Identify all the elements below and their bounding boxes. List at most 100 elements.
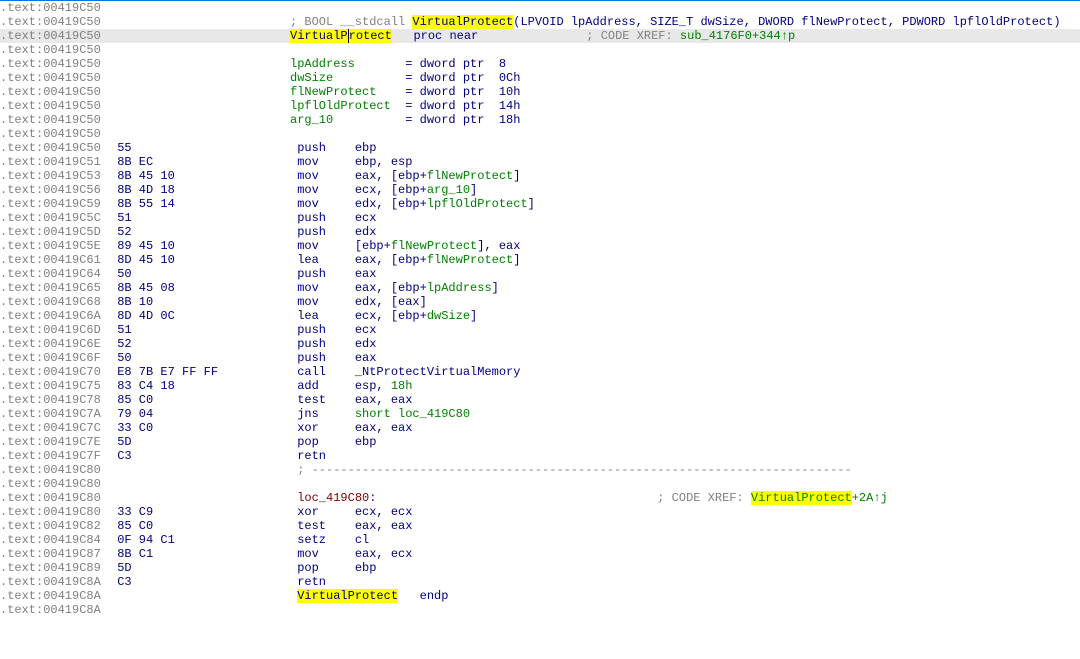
asm-row[interactable]: .text:00419C50lpflOldProtect = dword ptr… <box>0 99 1080 113</box>
asm-row[interactable]: .text:00419C80 33 C9xor ecx, ecx <box>0 505 1080 519</box>
asm-row[interactable]: .text:00419C61 8D 45 10lea eax, [ebp+flN… <box>0 253 1080 267</box>
op-arg: flNewProtect <box>391 239 477 253</box>
opcode-bytes <box>110 85 290 99</box>
opcode-bytes: 83 C4 18 <box>117 379 297 393</box>
asm-row[interactable]: .text:00419C5E 89 45 10mov [ebp+flNewPro… <box>0 239 1080 253</box>
operands: eax, ecx <box>355 547 413 561</box>
op-pre: edx, [ebp+ <box>355 197 427 211</box>
mnemonic: pop <box>297 435 355 449</box>
asm-row[interactable]: .text:00419C80 <box>0 477 1080 491</box>
asm-row[interactable]: .text:00419C7C 33 C0xor eax, eax <box>0 421 1080 435</box>
mnemonic: mov <box>297 183 355 197</box>
opcode-bytes <box>110 71 290 85</box>
opcode-bytes <box>110 15 290 29</box>
mnemonic: mov <box>297 547 355 561</box>
asm-row[interactable]: .text:00419C6D 51push ecx <box>0 323 1080 337</box>
opcode-bytes <box>110 43 290 57</box>
op-pre: eax, [ebp+ <box>355 281 427 295</box>
asm-row[interactable]: .text:00419C68 8B 10mov edx, [eax] <box>0 295 1080 309</box>
segment-address: .text:00419C80 <box>0 491 110 505</box>
asm-row[interactable]: .text:00419C84 0F 94 C1setz cl <box>0 533 1080 547</box>
asm-row[interactable]: .text:00419C7E 5Dpop ebp <box>0 435 1080 449</box>
asm-row[interactable]: .text:00419C51 8B ECmov ebp, esp <box>0 155 1080 169</box>
mnemonic: lea <box>297 309 355 323</box>
asm-row[interactable]: .text:00419C70 E8 7B E7 FF FFcall _NtPro… <box>0 365 1080 379</box>
segment-address: .text:00419C5E <box>0 239 110 253</box>
xref-target: VirtualProtect <box>751 491 852 505</box>
mnemonic: retn <box>297 449 355 463</box>
asm-row[interactable]: .text:00419C87 8B C1mov eax, ecx <box>0 547 1080 561</box>
asm-row[interactable]: .text:00419C50arg_10 = dword ptr 18h <box>0 113 1080 127</box>
asm-row[interactable]: .text:00419C64 50push eax <box>0 267 1080 281</box>
opcode-bytes <box>117 463 297 477</box>
opcode-bytes <box>110 113 290 127</box>
opcode-bytes: 8B 45 08 <box>117 281 297 295</box>
opcode-bytes: 8B 55 14 <box>117 197 297 211</box>
segment-address: .text:00419C7E <box>0 435 110 449</box>
asm-row[interactable]: .text:00419C50 <box>0 127 1080 141</box>
opcode-bytes: 85 C0 <box>117 519 297 533</box>
asm-row[interactable]: .text:00419C75 83 C4 18add esp, 18h <box>0 379 1080 393</box>
op-post: ] <box>528 197 535 211</box>
asm-row[interactable]: .text:00419C50 <box>0 43 1080 57</box>
asm-row[interactable]: .text:00419C8A C3retn <box>0 575 1080 589</box>
asm-row[interactable]: .text:00419C78 85 C0test eax, eax <box>0 393 1080 407</box>
mnemonic: push <box>297 267 355 281</box>
segment-address: .text:00419C50 <box>0 29 110 43</box>
kw-proc: proc <box>413 29 449 43</box>
segment-address: .text:00419C53 <box>0 169 110 183</box>
opcode-bytes: 33 C0 <box>117 421 297 435</box>
mnemonic: mov <box>297 239 355 253</box>
asm-row[interactable]: .text:00419C50 <box>0 1 1080 15</box>
arg-offset: = dword ptr 0Ch <box>405 71 520 85</box>
asm-row[interactable]: .text:00419C6E 52push edx <box>0 337 1080 351</box>
op-post: ] <box>470 309 477 323</box>
asm-row[interactable]: .text:00419C8A VirtualProtect endp <box>0 589 1080 603</box>
asm-row[interactable]: .text:00419C6A 8D 4D 0Clea ecx, [ebp+dwS… <box>0 309 1080 323</box>
asm-row[interactable]: .text:00419C80 ; -----------------------… <box>0 463 1080 477</box>
current-line[interactable]: .text:00419C50VirtualProtect proc near ;… <box>0 29 1080 43</box>
asm-row[interactable]: .text:00419C89 5Dpop ebp <box>0 561 1080 575</box>
asm-row[interactable]: .text:00419C82 85 C0test eax, eax <box>0 519 1080 533</box>
segment-address: .text:00419C50 <box>0 71 110 85</box>
asm-row[interactable]: .text:00419C50lpAddress = dword ptr 8 <box>0 57 1080 71</box>
asm-row[interactable]: .text:00419C80 loc_419C80: ; CODE XREF: … <box>0 491 1080 505</box>
operands: edx <box>355 337 377 351</box>
op-arg: lpAddress <box>427 281 492 295</box>
op-arg: flNewProtect <box>427 253 513 267</box>
asm-row[interactable]: .text:00419C7F C3retn <box>0 449 1080 463</box>
func-label-right: otect <box>356 29 392 43</box>
asm-row[interactable]: .text:00419C56 8B 4D 18mov ecx, [ebp+arg… <box>0 183 1080 197</box>
opcode-bytes: 8B C1 <box>117 547 297 561</box>
segment-address: .text:00419C6E <box>0 337 110 351</box>
asm-row[interactable]: .text:00419C50; BOOL __stdcall VirtualPr… <box>0 15 1080 29</box>
segment-address: .text:00419C8A <box>0 603 110 617</box>
asm-row[interactable]: .text:00419C8A <box>0 603 1080 617</box>
mnemonic: push <box>297 351 355 365</box>
operands: eax, eax <box>355 421 413 435</box>
asm-row[interactable]: .text:00419C65 8B 45 08mov eax, [ebp+lpA… <box>0 281 1080 295</box>
mnemonic: push <box>297 225 355 239</box>
xref-label: ; CODE XREF: <box>657 491 751 505</box>
asm-row[interactable]: .text:00419C59 8B 55 14mov edx, [ebp+lpf… <box>0 197 1080 211</box>
mnemonic: push <box>297 323 355 337</box>
opcode-bytes: 51 <box>117 323 297 337</box>
asm-row[interactable]: .text:00419C5D 52push edx <box>0 225 1080 239</box>
opcode-bytes: 50 <box>117 267 297 281</box>
segment-address: .text:00419C84 <box>0 533 110 547</box>
operands: cl <box>355 533 369 547</box>
asm-row[interactable]: .text:00419C50 55push ebp <box>0 141 1080 155</box>
asm-row[interactable]: .text:00419C6F 50push eax <box>0 351 1080 365</box>
asm-row[interactable]: .text:00419C53 8B 45 10mov eax, [ebp+flN… <box>0 169 1080 183</box>
asm-row[interactable]: .text:00419C50flNewProtect = dword ptr 1… <box>0 85 1080 99</box>
op-pre: eax, [ebp+ <box>355 169 427 183</box>
disassembly-view[interactable]: .text:00419C50.text:00419C50; BOOL __std… <box>0 0 1080 659</box>
asm-row[interactable]: .text:00419C50dwSize = dword ptr 0Ch <box>0 71 1080 85</box>
segment-address: .text:00419C50 <box>0 99 110 113</box>
opcode-bytes: 50 <box>117 351 297 365</box>
segment-address: .text:00419C56 <box>0 183 110 197</box>
operands: ebp <box>355 435 377 449</box>
asm-row[interactable]: .text:00419C7A 79 04jns short loc_419C80 <box>0 407 1080 421</box>
segment-address: .text:00419C50 <box>0 57 110 71</box>
asm-row[interactable]: .text:00419C5C 51push ecx <box>0 211 1080 225</box>
